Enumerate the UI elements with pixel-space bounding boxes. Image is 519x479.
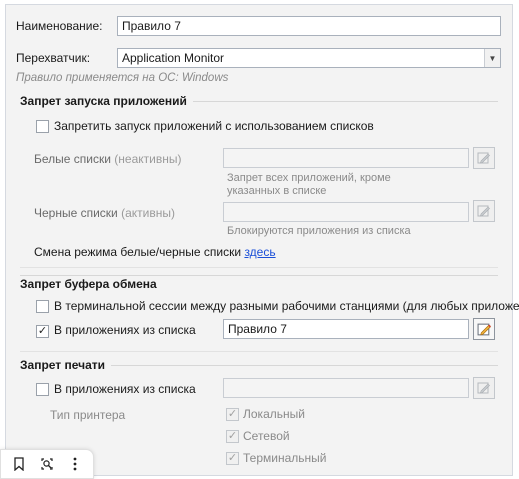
- blacklist-label-text: Черные списки: [34, 206, 118, 220]
- clipboard-block-title: Запрет буфера обмена: [20, 277, 163, 291]
- use-lists-label: Запретить запуск приложений с использова…: [54, 119, 374, 133]
- printer-terminal-checkbox[interactable]: ✓: [226, 452, 239, 465]
- clipboard-apps-field[interactable]: Правило 7: [223, 319, 469, 339]
- floating-toolbar: [0, 449, 94, 479]
- clipboard-block-separator: [20, 275, 498, 276]
- printer-local-checkbox[interactable]: ✓: [226, 408, 239, 421]
- mode-switch-row: Смена режима белые/черные списки здесь: [34, 245, 276, 259]
- checkmark-icon: ✓: [37, 325, 48, 337]
- blacklist-hint: Блокируются приложения из списка: [227, 225, 411, 237]
- print-apps-checkbox[interactable]: [36, 383, 49, 396]
- app-block-title: Запрет запуска приложений: [20, 94, 193, 108]
- more-vertical-icon: [73, 457, 77, 471]
- whitelist-hint-2: указанных в списке: [227, 185, 327, 197]
- clipboard-apps-label: В приложениях из списка: [54, 323, 196, 337]
- interceptor-label: Перехватчик:: [16, 51, 91, 65]
- printer-local-label: Локальный: [243, 407, 305, 421]
- name-input[interactable]: Правило 7: [117, 16, 501, 36]
- bookmark-icon: [14, 457, 24, 471]
- clipboard-edit-button[interactable]: [473, 318, 495, 340]
- blacklist-state: (активны): [121, 206, 175, 220]
- os-note: Правило применяется на ОС: Windows: [16, 72, 229, 84]
- name-label: Наименование:: [16, 19, 103, 33]
- print-apps-field: [223, 378, 469, 398]
- print-block-divider: [20, 351, 498, 352]
- print-edit-button[interactable]: [473, 377, 495, 399]
- mode-switch-link[interactable]: здесь: [244, 245, 275, 259]
- print-block-title: Запрет печати: [20, 358, 112, 372]
- whitelist-label: Белые списки (неактивны): [34, 152, 181, 166]
- printer-network-label: Сетевой: [243, 429, 290, 443]
- clipboard-apps-checkbox[interactable]: ✓: [36, 325, 49, 338]
- clipboard-block-divider: [20, 267, 498, 268]
- edit-pencil-icon: [477, 152, 490, 164]
- whitelist-field: [223, 148, 469, 168]
- chevron-down-icon[interactable]: ▼: [484, 49, 500, 67]
- checkmark-icon: ✓: [227, 430, 238, 442]
- printer-network-checkbox[interactable]: ✓: [226, 430, 239, 443]
- edit-pencil-icon: [477, 382, 490, 394]
- bookmark-button[interactable]: [8, 453, 30, 475]
- clipboard-terminal-label: В терминальной сессии между разными рабо…: [54, 299, 519, 313]
- blacklist-label: Черные списки (активны): [34, 206, 175, 220]
- checkmark-icon: ✓: [227, 408, 238, 420]
- whitelist-state: (неактивны): [114, 152, 182, 166]
- lens-search-icon: [41, 458, 53, 470]
- whitelist-hint-1: Запрет всех приложений, кроме: [227, 172, 391, 184]
- clipboard-terminal-checkbox[interactable]: [36, 300, 49, 313]
- use-lists-checkbox[interactable]: [36, 120, 49, 133]
- rule-properties-panel: Наименование: Правило 7 Перехватчик: App…: [5, 4, 519, 476]
- mode-switch-text: Смена режима белые/черные списки: [34, 245, 242, 259]
- checkmark-icon: ✓: [227, 452, 238, 464]
- printer-type-label: Тип принтера: [50, 408, 126, 422]
- edit-pencil-icon: [477, 323, 491, 335]
- blacklist-edit-button[interactable]: [473, 200, 495, 222]
- whitelist-edit-button[interactable]: [473, 147, 495, 169]
- whitelist-label-text: Белые списки: [34, 152, 111, 166]
- blacklist-field: [223, 202, 469, 222]
- lens-search-button[interactable]: [36, 453, 58, 475]
- printer-terminal-label: Терминальный: [243, 451, 327, 465]
- print-apps-label: В приложениях из списка: [54, 382, 196, 396]
- edit-pencil-icon: [477, 205, 490, 217]
- interceptor-select[interactable]: Application Monitor ▼: [117, 48, 501, 68]
- more-vertical-button[interactable]: [64, 453, 86, 475]
- interceptor-value: Application Monitor: [122, 51, 225, 65]
